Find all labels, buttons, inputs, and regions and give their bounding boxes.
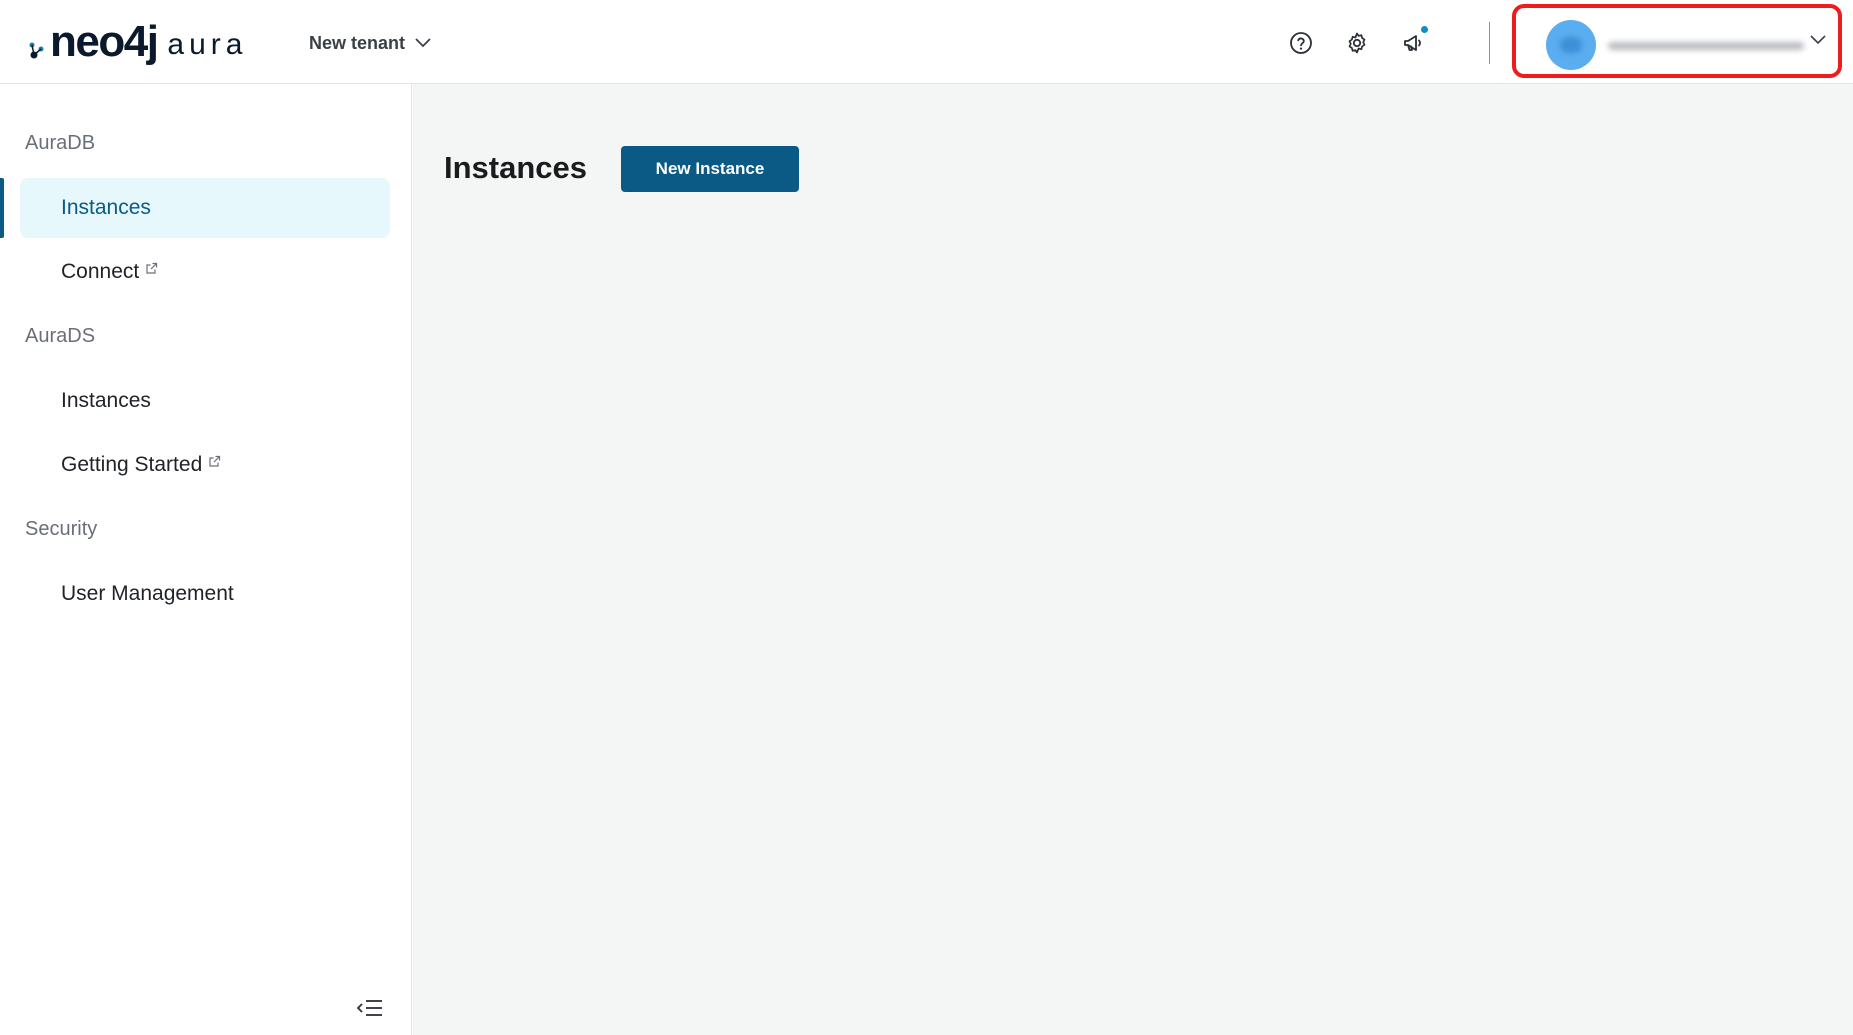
notification-dot [1421, 26, 1428, 33]
sidebar-section-security: Security [25, 518, 98, 540]
collapse-menu-icon [357, 1000, 382, 1016]
sidebar-item-label: User Management [61, 582, 234, 605]
avatar [1546, 20, 1596, 70]
sidebar-item-label: Instances [61, 389, 151, 412]
help-button[interactable] [1284, 26, 1318, 60]
sidebar-item-connect[interactable]: Connect [20, 242, 390, 302]
sidebar-section-auradb: AuraDB [25, 132, 96, 154]
sidebar-item-label: Instances [61, 196, 151, 219]
chevron-down-icon [415, 38, 431, 48]
settings-button[interactable] [1340, 26, 1374, 60]
announcements-button[interactable] [1397, 26, 1431, 60]
sidebar-section-aurads: AuraDS [25, 325, 96, 347]
sidebar-item-auradb-instances[interactable]: Instances [20, 178, 390, 238]
neo4j-aura-logo[interactable]: neo4j aura [28, 18, 247, 66]
header-divider [1489, 22, 1490, 64]
sidebar-item-label: Connect [61, 260, 140, 283]
sidebar-item-user-management[interactable]: User Management [20, 564, 390, 624]
sidebar-item-aurads-instances[interactable]: Instances [20, 371, 390, 431]
collapse-sidebar-button[interactable] [354, 992, 386, 1024]
logo-product-name: aura [167, 28, 248, 61]
tenant-label: New tenant [309, 32, 406, 53]
sidebar-item-getting-started[interactable]: Getting Started [20, 435, 390, 495]
sidebar-item-label: Getting Started [61, 453, 203, 476]
chevron-down-icon [1810, 35, 1826, 45]
sidebar: AuraDB Instances Connect AuraDS Instance… [0, 84, 412, 1035]
tenant-selector[interactable]: New tenant [309, 28, 431, 58]
megaphone-icon [1404, 35, 1421, 51]
graph-dots-icon [29, 42, 44, 59]
external-link-icon [146, 262, 158, 274]
external-link-icon [209, 455, 221, 467]
user-name-redacted [1608, 42, 1804, 50]
user-menu-dropdown[interactable] [1512, 4, 1842, 78]
active-indicator [0, 178, 4, 238]
logo-wordmark: neo4j [50, 17, 159, 66]
help-icon [1290, 32, 1312, 54]
top-header: neo4j aura New tenant [0, 0, 1853, 84]
main-content: Instances New Instance [413, 84, 1853, 1035]
new-instance-button[interactable]: New Instance [621, 146, 799, 192]
page-title: Instances [444, 150, 588, 185]
gear-icon [1348, 32, 1366, 54]
